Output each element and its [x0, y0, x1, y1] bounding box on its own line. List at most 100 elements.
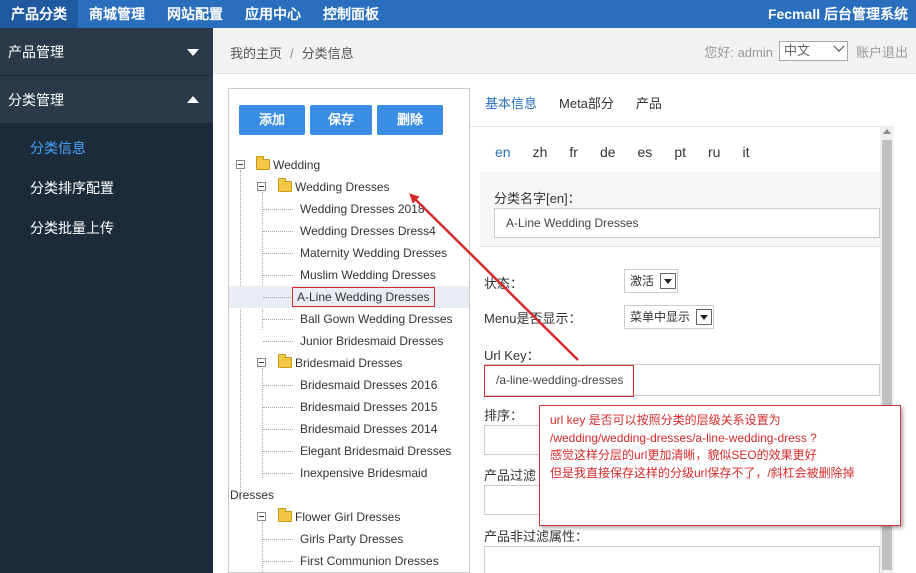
lang-tab-ru[interactable]: ru: [708, 144, 720, 160]
tree-node-label: Wedding Dresses 2018: [300, 202, 425, 216]
nav-control-panel[interactable]: 控制面板: [312, 0, 390, 28]
folder-icon: [278, 178, 292, 192]
tree-node-leaf[interactable]: Bridesmaid Dresses 2015: [229, 396, 469, 418]
tree-node-leaf[interactable]: Maternity Wedding Dresses: [229, 242, 469, 264]
tree-node-flower-girl-dresses[interactable]: Flower Girl Dresses: [229, 506, 469, 528]
sidebar-item-category-batch-upload[interactable]: 分类批量上传: [0, 208, 213, 248]
breadcrumb-home[interactable]: 我的主页: [230, 46, 282, 61]
category-tree: Wedding Wedding Dresses Wedding Dresses …: [229, 154, 469, 572]
sidebar-section-category-management[interactable]: 分类管理: [0, 76, 213, 124]
lang-tab-pt[interactable]: pt: [674, 144, 686, 160]
tree-branch-line: [263, 451, 293, 452]
tree-node-leaf[interactable]: Inexpensive Bridesmaid: [229, 462, 469, 484]
lang-tab-de[interactable]: de: [600, 144, 616, 160]
tree-branch-line: [263, 319, 293, 320]
sidebar-section-label: 产品管理: [8, 44, 64, 60]
menu-display-label: Menu是否显示：: [484, 311, 582, 326]
breadcrumb-separator: /: [290, 46, 294, 61]
tree-node-leaf[interactable]: Junior Bridesmaid Dresses: [229, 330, 469, 352]
collapse-icon[interactable]: [257, 512, 266, 521]
tree-node-wedding-dresses[interactable]: Wedding Dresses: [229, 176, 469, 198]
page-header: 我的主页 / 分类信息 您好: admin 中文 账户退出: [213, 28, 916, 74]
status-select[interactable]: 激活: [624, 269, 678, 293]
collapse-icon[interactable]: [257, 182, 266, 191]
top-navbar: 产品分类 商城管理 网站配置 应用中心 控制面板 Fecmall 后台管理系统: [0, 0, 916, 28]
tree-node-label: Bridesmaid Dresses 2016: [300, 378, 438, 392]
lang-tab-en[interactable]: en: [495, 144, 511, 160]
sidebar-item-category-sort-config[interactable]: 分类排序配置: [0, 168, 213, 208]
tree-node-label: Wedding Dresses Dress4: [300, 224, 436, 238]
product-nonfilter-input[interactable]: [484, 546, 880, 573]
lang-tab-es[interactable]: es: [638, 144, 653, 160]
tree-branch-line: [263, 253, 293, 254]
language-field-box: 分类名字[en]： A-Line Wedding Dresses: [480, 172, 880, 247]
add-button[interactable]: 添加: [239, 105, 305, 135]
tree-node-leaf[interactable]: Bridesmaid Dresses 2014: [229, 418, 469, 440]
tree-node-leaf[interactable]: Bridesmaid Dresses 2016: [229, 374, 469, 396]
tree-branch-line: [263, 209, 293, 210]
save-button[interactable]: 保存: [310, 105, 372, 135]
sidebar-section-product-management[interactable]: 产品管理: [0, 28, 213, 76]
nav-app-center[interactable]: 应用中心: [234, 0, 312, 28]
tree-branch-line: [263, 407, 293, 408]
lang-tab-it[interactable]: it: [742, 144, 749, 160]
logout-link[interactable]: 账户退出: [856, 42, 908, 61]
scroll-up-icon[interactable]: [883, 129, 891, 134]
dropdown-arrow-icon: [660, 273, 676, 289]
tree-branch-line: [263, 429, 293, 430]
tree-node-label: Bridesmaid Dresses: [295, 356, 403, 370]
tree-branch-line: [263, 385, 293, 386]
tree-node-leaf[interactable]: Elegant Bridesmaid Dresses: [229, 440, 469, 462]
tree-branch-line: [263, 473, 293, 474]
tree-node-bridesmaid-dresses[interactable]: Bridesmaid Dresses: [229, 352, 469, 374]
tree-node-leaf[interactable]: First Communion Dresses: [229, 550, 469, 572]
tree-branch-line: [263, 341, 293, 342]
tree-node-label: Inexpensive Bridesmaid: [300, 466, 428, 480]
tree-node-leaf[interactable]: Girls Party Dresses: [229, 528, 469, 550]
category-name-input[interactable]: A-Line Wedding Dresses: [494, 208, 880, 238]
collapse-icon[interactable]: [257, 358, 266, 367]
category-name-label: 分类名字[en]：: [494, 191, 581, 206]
tab-products[interactable]: 产品: [636, 93, 662, 112]
language-select[interactable]: 中文: [778, 40, 848, 61]
lang-tab-fr[interactable]: fr: [569, 144, 578, 160]
tab-basic-info[interactable]: 基本信息: [485, 93, 537, 112]
product-nonfilter-label: 产品非过滤属性：: [484, 529, 589, 544]
url-key-input[interactable]: /a-line-wedding-dresses: [483, 364, 880, 397]
tree-toolbar: 添加 保存 删除: [239, 105, 448, 135]
url-key-value: /a-line-wedding-dresses: [483, 365, 635, 397]
delete-button[interactable]: 删除: [377, 105, 443, 135]
annotation-line: /wedding/wedding-dresses/a-line-wedding-…: [550, 430, 817, 445]
tree-node-leaf[interactable]: Wedding Dresses Dress4: [229, 220, 469, 242]
tree-node-label: Girls Party Dresses: [300, 532, 404, 546]
sidebar-item-category-info[interactable]: 分类信息: [0, 128, 213, 168]
tree-node-label: Wedding Dresses: [295, 180, 390, 194]
tree-node-wedding[interactable]: Wedding: [229, 154, 469, 176]
language-select-value: 中文: [783, 43, 810, 58]
menu-display-select[interactable]: 菜单中显示: [624, 305, 714, 329]
tab-meta[interactable]: Meta部分: [559, 93, 614, 112]
tree-node-leaf[interactable]: Wedding Dresses 2018: [229, 198, 469, 220]
nav-mall-management[interactable]: 商城管理: [78, 0, 156, 28]
tree-node-leaf[interactable]: Ball Gown Wedding Dresses: [229, 308, 469, 330]
tree-node-leaf-wrap[interactable]: Dresses: [229, 484, 469, 506]
annotation-line: 但是我直接保存这样的分级url保存不了，/斜杠会被删除掉: [550, 465, 855, 480]
tree-node-label: Junior Bridesmaid Dresses: [300, 334, 444, 348]
user-info: 您好: admin 中文 账户退出: [704, 40, 908, 61]
annotation-note: url key 是否可以按照分类的层级关系设置为 /wedding/weddin…: [539, 405, 901, 526]
language-tabs: en zh fr de es pt ru it: [495, 144, 771, 160]
lang-tab-zh[interactable]: zh: [533, 144, 548, 160]
brand-title: Fecmall 后台管理系统: [767, 6, 908, 22]
tree-node-label: Maternity Wedding Dresses: [300, 246, 448, 260]
nav-site-config[interactable]: 网站配置: [156, 0, 234, 28]
dropdown-arrow-icon: [696, 309, 712, 325]
nav-product-category[interactable]: 产品分类: [0, 0, 78, 28]
top-nav: 产品分类 商城管理 网站配置 应用中心 控制面板: [0, 0, 390, 28]
tree-node-selected[interactable]: A-Line Wedding Dresses: [229, 286, 469, 308]
tree-node-leaf[interactable]: Muslim Wedding Dresses: [229, 264, 469, 286]
collapse-icon[interactable]: [236, 160, 245, 169]
status-select-value: 激活: [630, 274, 655, 288]
url-key-label: Url Key：: [484, 348, 540, 363]
tree-node-label: Dresses: [230, 488, 275, 502]
tree-branch-line: [263, 297, 291, 298]
